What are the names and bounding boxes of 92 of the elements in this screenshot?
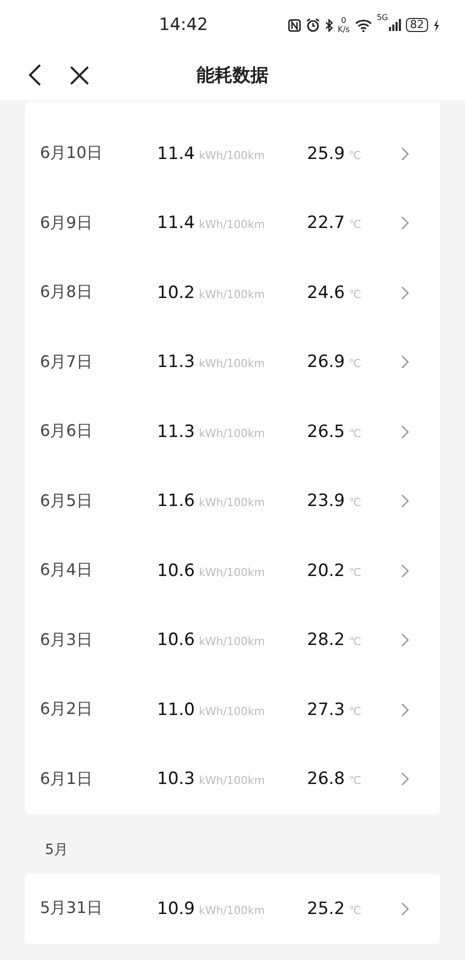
temperature-value: 25.9: [307, 144, 345, 164]
consumption-value: 10.6: [157, 630, 195, 650]
consumption-value: 10.2: [157, 282, 195, 303]
day-row[interactable]: 6月8日 10.2 kWh/100km 24.6 ℃: [25, 258, 440, 328]
chevron-right-icon: [401, 146, 409, 161]
consumption-unit: kWh/100km: [198, 357, 265, 370]
back-icon[interactable]: [28, 64, 42, 86]
day-row[interactable]: 6月6日 11.3 kWh/100km 26.5 ℃: [25, 397, 440, 466]
net-speed-value: 0: [341, 16, 346, 25]
consumption-unit: kWh/100km: [198, 148, 265, 162]
consumption-unit: kWh/100km: [198, 218, 265, 232]
row-date: 6月1日: [39, 768, 94, 790]
chevron-right-icon: [401, 902, 409, 916]
consumption-unit: kWh/100km: [198, 904, 265, 917]
consumption-value: 10.3: [157, 769, 195, 790]
consumption-value: 11.6: [157, 491, 195, 512]
row-date: 6月9日: [39, 212, 94, 234]
page-title: 能耗数据: [196, 64, 268, 87]
day-row[interactable]: 6月9日 11.4 kWh/100km 22.7 ℃: [25, 188, 440, 258]
consumption-value: 10.9: [157, 898, 195, 919]
temperature-unit: ℃: [348, 904, 362, 917]
row-date: 6月3日: [39, 630, 94, 651]
day-row[interactable]: 6月5日 11.6 kWh/100km 23.9 ℃: [25, 466, 440, 536]
consumption-unit: kWh/100km: [198, 774, 265, 788]
battery-level: 82: [406, 18, 428, 32]
alarm-icon: [306, 18, 320, 32]
close-icon[interactable]: [70, 66, 89, 84]
row-date: 6月2日: [39, 699, 94, 720]
consumption-value: 10.6: [157, 560, 195, 581]
chevron-right-icon: [401, 633, 409, 648]
chevron-right-icon: [401, 772, 409, 786]
chevron-right-icon: [401, 355, 409, 370]
day-row[interactable]: 6月1日 10.3 kWh/100km 26.8 ℃: [25, 744, 440, 814]
row-date: 6月7日: [39, 352, 94, 373]
month-heading: 5月: [44, 841, 69, 860]
temperature-unit: ℃: [348, 566, 362, 579]
row-date: 6月6日: [39, 421, 94, 442]
temperature-value: 22.7: [307, 213, 345, 234]
row-date: 6月8日: [39, 282, 94, 304]
consumption-value: 11.4: [157, 213, 195, 234]
network-type: 5G: [376, 13, 388, 22]
temperature-value: 28.2: [307, 630, 345, 650]
chevron-right-icon: [401, 494, 409, 508]
consumption-unit: kWh/100km: [198, 704, 265, 718]
temperature-value: 23.9: [307, 491, 345, 512]
day-row[interactable]: 6月3日 10.6 kWh/100km 28.2 ℃: [25, 606, 440, 675]
consumption-unit: kWh/100km: [198, 288, 265, 301]
wifi-icon: [354, 18, 372, 32]
day-row[interactable]: 6月7日 11.3 kWh/100km 26.9 ℃: [25, 328, 440, 397]
consumption-value: 11.3: [157, 352, 195, 372]
row-date: 6月10日: [39, 143, 104, 164]
chevron-right-icon: [401, 216, 409, 230]
temperature-unit: ℃: [348, 426, 362, 440]
chevron-right-icon: [401, 702, 409, 717]
temperature-value: 26.9: [307, 352, 345, 372]
day-row[interactable]: 6月2日 11.0 kWh/100km 27.3 ℃: [25, 675, 440, 744]
temperature-unit: ℃: [348, 496, 362, 510]
charging-icon: [433, 18, 440, 32]
temperature-value: 25.2: [307, 898, 345, 919]
consumption-unit: kWh/100km: [198, 566, 265, 579]
chevron-right-icon: [401, 424, 409, 439]
temperature-unit: ℃: [348, 774, 362, 788]
day-row[interactable]: 5月31日 10.9 kWh/100km 25.2 ℃: [25, 874, 440, 944]
consumption-value: 11.4: [157, 144, 195, 164]
day-row[interactable]: 6月10日 11.4 kWh/100km 25.9 ℃: [25, 119, 440, 188]
consumption-unit: kWh/100km: [198, 426, 265, 440]
temperature-value: 26.5: [307, 422, 345, 442]
temperature-value: 20.2: [307, 560, 345, 581]
temperature-unit: ℃: [348, 357, 362, 370]
chevron-right-icon: [401, 564, 409, 578]
consumption-value: 11.3: [157, 422, 195, 442]
consumption-value: 11.0: [157, 700, 195, 720]
consumption-unit: kWh/100km: [198, 496, 265, 510]
temperature-unit: ℃: [348, 288, 362, 301]
consumption-unit: kWh/100km: [198, 635, 265, 648]
temperature-unit: ℃: [348, 148, 362, 162]
row-date: 6月4日: [39, 560, 94, 582]
temperature-value: 27.3: [307, 700, 345, 720]
status-time: 14:42: [159, 15, 208, 35]
bluetooth-icon: [324, 18, 333, 32]
row-date: 5月31日: [39, 898, 104, 920]
nfc-icon: [288, 18, 301, 32]
row-date: 6月5日: [39, 490, 94, 512]
day-row[interactable]: 6月4日 10.6 kWh/100km 20.2 ℃: [25, 536, 440, 606]
temperature-unit: ℃: [348, 704, 362, 718]
temperature-value: 24.6: [307, 282, 345, 303]
temperature-value: 26.8: [307, 769, 345, 790]
temperature-unit: ℃: [348, 218, 362, 232]
chevron-right-icon: [401, 286, 409, 300]
signal-icon: [389, 19, 401, 31]
net-speed-unit: K/s: [338, 25, 350, 34]
temperature-unit: ℃: [348, 635, 362, 648]
